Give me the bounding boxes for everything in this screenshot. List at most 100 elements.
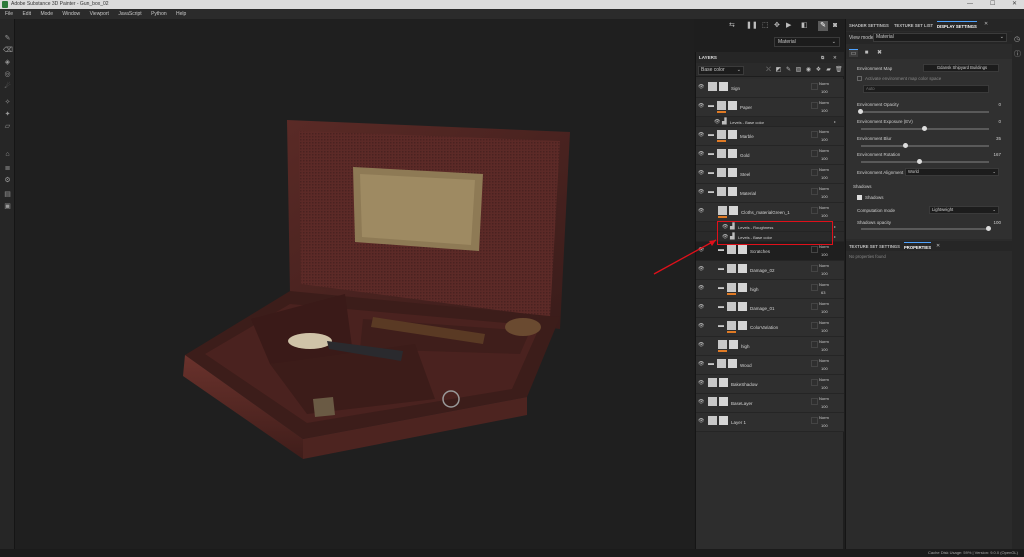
geometry-mask-icon[interactable]: ◎	[3, 71, 12, 79]
layer-opacity[interactable]: 100	[821, 385, 828, 390]
folder-icon[interactable]: ▬	[718, 323, 725, 329]
visibility-eye-icon[interactable]: 👁	[698, 85, 704, 90]
layer-row[interactable]: 👁 Layer 1 Norm 100	[696, 413, 844, 432]
delete-layer-icon[interactable]: 🗑	[835, 67, 843, 74]
blend-mode[interactable]: Norm	[819, 320, 829, 325]
blend-mode[interactable]: Norm	[819, 415, 829, 420]
layer-select-box[interactable]	[811, 188, 818, 195]
menu-help[interactable]: Help	[176, 9, 186, 19]
add-mask-icon[interactable]: ◩	[775, 67, 782, 74]
paint-brush-icon[interactable]: ✎	[3, 35, 12, 43]
folder-icon[interactable]: ▬	[708, 361, 715, 367]
tab-texture-set-list[interactable]: TEXTURE SET LIST	[894, 21, 933, 30]
layer-opacity[interactable]: 100	[821, 347, 828, 352]
settings-icon[interactable]: ⚙	[3, 177, 12, 185]
blend-mode[interactable]: Norm	[819, 148, 829, 153]
env-map-picker[interactable]: Gdansk Shipyard Buildings	[923, 64, 999, 72]
layer-select-box[interactable]	[811, 83, 818, 90]
picker-icon[interactable]: ✦	[3, 111, 12, 119]
env-blur-slider[interactable]	[861, 143, 989, 148]
close-button[interactable]: ✕	[1012, 0, 1017, 9]
env-alignment-select[interactable]: World ⌄	[905, 168, 999, 176]
info-icon[interactable]: ⓘ	[1014, 49, 1021, 59]
visibility-eye-icon[interactable]: 👁	[698, 171, 704, 176]
layer-row[interactable]: 👁 BakeShadow Norm 100	[696, 375, 844, 394]
blend-mode[interactable]: Norm	[819, 186, 829, 191]
polygon-fill-icon[interactable]: ▱	[3, 123, 12, 131]
layer-select-box[interactable]	[811, 246, 818, 253]
add-layer-icon[interactable]: ◉	[805, 67, 812, 74]
env-colorspace-checkbox[interactable]	[857, 76, 862, 82]
blend-mode[interactable]: Norm	[819, 100, 829, 105]
add-effect-icon[interactable]: ⤬	[765, 67, 772, 74]
visibility-eye-icon[interactable]: 👁	[698, 419, 704, 424]
add-folder-icon[interactable]: ▰	[825, 67, 832, 74]
shadows-opacity-slider[interactable]	[861, 226, 992, 231]
close-panel-icon[interactable]: ✕	[833, 52, 837, 63]
layer-row[interactable]: 👁 high Norm 100	[696, 337, 844, 356]
tab-shader-settings[interactable]: SHADER SETTINGS	[849, 21, 889, 30]
layer-select-box[interactable]	[811, 207, 818, 214]
layer-opacity[interactable]: 100	[821, 108, 828, 113]
viewport-tool-1[interactable]	[727, 41, 736, 49]
layer-opacity[interactable]: 100	[821, 366, 828, 371]
bake-icon[interactable]: ▣	[3, 203, 12, 211]
layer-opacity[interactable]: 100	[821, 404, 828, 409]
close-tab-icon[interactable]: ✕	[936, 243, 940, 249]
blend-mode[interactable]: Norm	[819, 282, 829, 287]
select-icon[interactable]: ⬚	[762, 22, 771, 30]
visibility-eye-icon[interactable]: 👁	[698, 190, 704, 195]
viewport-material-select[interactable]: Material ⌄	[774, 37, 840, 47]
folder-icon[interactable]: ▬	[708, 189, 715, 195]
env-blur-knob[interactable]	[903, 143, 909, 148]
layer-row[interactable]: 👁 Sign Norm 100	[696, 79, 844, 98]
camera-reset-icon[interactable]: ⇆	[729, 22, 738, 30]
env-rotation-slider[interactable]	[861, 159, 989, 164]
shadows-section[interactable]: Shadows	[853, 184, 997, 189]
square-icon[interactable]: ◧	[801, 22, 810, 30]
assets-icon[interactable]: ⌂	[3, 151, 12, 159]
blend-mode[interactable]: Norm	[819, 358, 829, 363]
instance-icon[interactable]: ❖	[815, 67, 822, 74]
layer-select-box[interactable]	[811, 169, 818, 176]
menu-window[interactable]: Window	[62, 9, 80, 19]
layer-select-box[interactable]	[811, 417, 818, 424]
effect-menu-icon[interactable]: ▸	[834, 224, 836, 229]
menu-python[interactable]: Python	[151, 9, 167, 19]
video-camera-icon[interactable]: ▶	[786, 22, 795, 30]
layer-opacity[interactable]: 100	[821, 89, 828, 94]
blend-mode[interactable]: Norm	[819, 396, 829, 401]
folder-icon[interactable]: ▬	[708, 132, 715, 138]
channel-select[interactable]: Base color ⌄	[698, 66, 744, 75]
layer-select-box[interactable]	[811, 341, 818, 348]
maximize-button[interactable]: ☐	[990, 0, 995, 9]
visibility-eye-icon[interactable]: 👁	[698, 305, 704, 310]
layer-select-box[interactable]	[811, 360, 818, 367]
layer-row[interactable]: 👁 ▬ high Norm 63	[696, 280, 844, 299]
eraser-icon[interactable]: ⌫	[3, 47, 13, 55]
folder-icon[interactable]: ▬	[708, 151, 715, 157]
layer-opacity[interactable]: 100	[821, 175, 828, 180]
layer-select-box[interactable]	[811, 398, 818, 405]
add-paint-layer-icon[interactable]: ✎	[785, 67, 792, 74]
pause-icon[interactable]: ❚❚	[746, 22, 758, 30]
layer-row[interactable]: 👁 ▬ Gold Norm 100	[696, 146, 844, 165]
layer-select-box[interactable]	[811, 131, 818, 138]
computation-mode-select[interactable]: Lightweight ⌄	[929, 206, 999, 214]
smudge-icon[interactable]: ☄	[3, 83, 12, 91]
layer-row[interactable]: 👁 BaseLayer Norm 100	[696, 394, 844, 413]
layer-opacity[interactable]: 100	[821, 271, 828, 276]
visibility-eye-icon[interactable]: 👁	[698, 152, 704, 157]
env-opacity-slider[interactable]	[858, 109, 989, 114]
effect-menu-icon[interactable]: ▸	[834, 234, 836, 239]
visibility-eye-icon[interactable]: 👁	[714, 119, 720, 125]
tab-properties[interactable]: PROPERTIES	[904, 242, 931, 251]
clone-icon[interactable]: ✧	[3, 99, 12, 107]
view-mode-select[interactable]: Material ⌄	[873, 33, 1007, 42]
panel-menu-icon[interactable]: ⧉	[821, 52, 824, 63]
env-rotation-knob[interactable]	[917, 159, 923, 164]
menu-mode[interactable]: Mode	[40, 9, 53, 19]
visibility-eye-icon[interactable]: 👁	[698, 104, 704, 109]
visibility-eye-icon[interactable]: 👁	[698, 400, 704, 405]
layer-select-box[interactable]	[811, 102, 818, 109]
